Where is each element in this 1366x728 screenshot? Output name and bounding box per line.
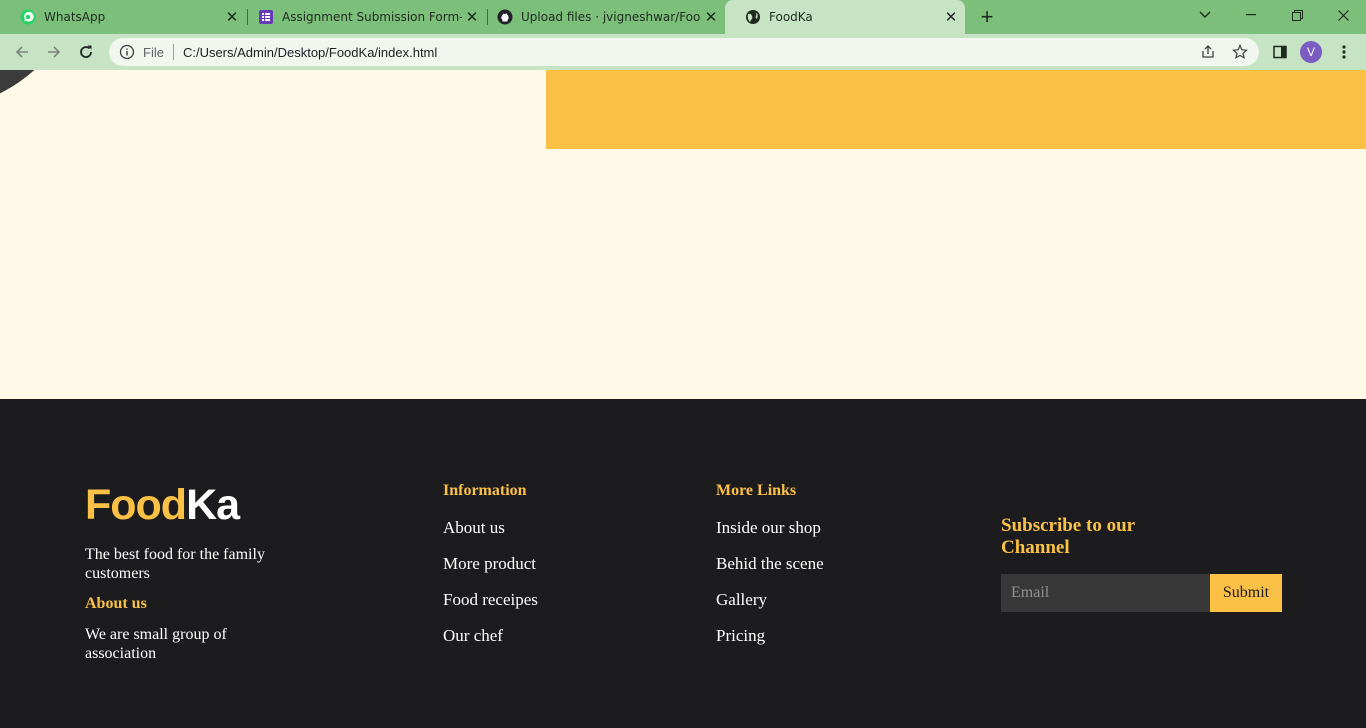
footer-link-pricing[interactable]: Pricing [716, 626, 824, 646]
page-viewport: FoodKa The best food for the family cust… [0, 70, 1366, 728]
bookmark-star-icon[interactable] [1228, 40, 1252, 64]
about-heading: About us [85, 595, 147, 612]
about-text: We are small group of association [85, 626, 227, 662]
hero-yellow-panel [546, 70, 1366, 149]
whatsapp-icon [20, 9, 36, 25]
close-window-icon[interactable] [1320, 0, 1366, 30]
scheme-label: File [143, 44, 164, 60]
hero-image-edge [0, 70, 90, 110]
information-column: Information About us More product Food r… [443, 482, 538, 646]
new-tab-button[interactable]: + [976, 4, 998, 30]
tab-title: FoodKa [769, 10, 813, 24]
minimize-icon[interactable] [1228, 0, 1274, 30]
subscribe-heading: Subscribe to our Channel [1001, 515, 1135, 558]
tab-title: WhatsApp [44, 10, 106, 24]
footer-link-more-product[interactable]: More product [443, 554, 538, 574]
information-heading: Information [443, 482, 527, 499]
address-bar[interactable]: File C:/Users/Admin/Desktop/FoodKa/index… [109, 38, 1259, 66]
forward-arrow-icon[interactable] [42, 40, 66, 64]
footer-tagline: The best food for the family customers [85, 546, 265, 582]
footer-link-behind-scene[interactable]: Behid the scene [716, 554, 824, 574]
side-panel-icon[interactable] [1268, 40, 1292, 64]
forms-icon [258, 9, 274, 25]
tab-whatsapp[interactable]: WhatsApp ✕ [0, 0, 246, 34]
footer-link-gallery[interactable]: Gallery [716, 590, 824, 610]
footer-link-our-chef[interactable]: Our chef [443, 626, 538, 646]
restore-icon[interactable] [1274, 0, 1320, 30]
profile-avatar[interactable]: V [1300, 41, 1322, 63]
url-text[interactable]: C:/Users/Admin/Desktop/FoodKa/index.html [183, 45, 437, 60]
tab-assignment-form[interactable]: Assignment Submission Form-Wo ✕ [238, 0, 486, 34]
share-icon[interactable] [1196, 40, 1220, 64]
footer-link-inside-shop[interactable]: Inside our shop [716, 518, 824, 538]
more-links-heading: More Links [716, 482, 797, 499]
submit-button[interactable]: Submit [1210, 574, 1282, 612]
site-footer: FoodKa The best food for the family cust… [0, 399, 1366, 728]
email-field[interactable] [1001, 574, 1210, 612]
footer-link-about-us[interactable]: About us [443, 518, 538, 538]
browser-toolbar: File C:/Users/Admin/Desktop/FoodKa/index… [0, 34, 1366, 70]
close-icon[interactable]: ✕ [701, 8, 721, 26]
globe-icon [745, 9, 761, 25]
tab-github-upload[interactable]: Upload files · jvigneshwar/FoodKa ✕ [477, 0, 725, 34]
omnibox-divider [172, 44, 174, 60]
tab-foodka[interactable]: FoodKa ✕ [725, 0, 965, 34]
back-arrow-icon[interactable] [10, 40, 34, 64]
info-icon[interactable] [119, 44, 135, 60]
footer-link-food-receipes[interactable]: Food receipes [443, 590, 538, 610]
logo-part-ka: Ka [186, 481, 240, 529]
menu-kebab-icon[interactable] [1332, 40, 1356, 64]
tab-title: Upload files · jvigneshwar/FoodKa [521, 10, 701, 24]
reload-icon[interactable] [74, 40, 98, 64]
footer-logo[interactable]: FoodKa [85, 479, 240, 531]
logo-part-food: Food [85, 481, 187, 529]
github-icon [497, 9, 513, 25]
browser-tab-bar: WhatsApp ✕ Assignment Submission Form-Wo… [0, 0, 1366, 34]
close-icon[interactable]: ✕ [941, 8, 961, 26]
more-links-column: More Links Inside our shop Behid the sce… [716, 482, 824, 646]
tab-search-icon[interactable] [1182, 0, 1228, 30]
tab-title: Assignment Submission Form-Wo [282, 10, 462, 24]
